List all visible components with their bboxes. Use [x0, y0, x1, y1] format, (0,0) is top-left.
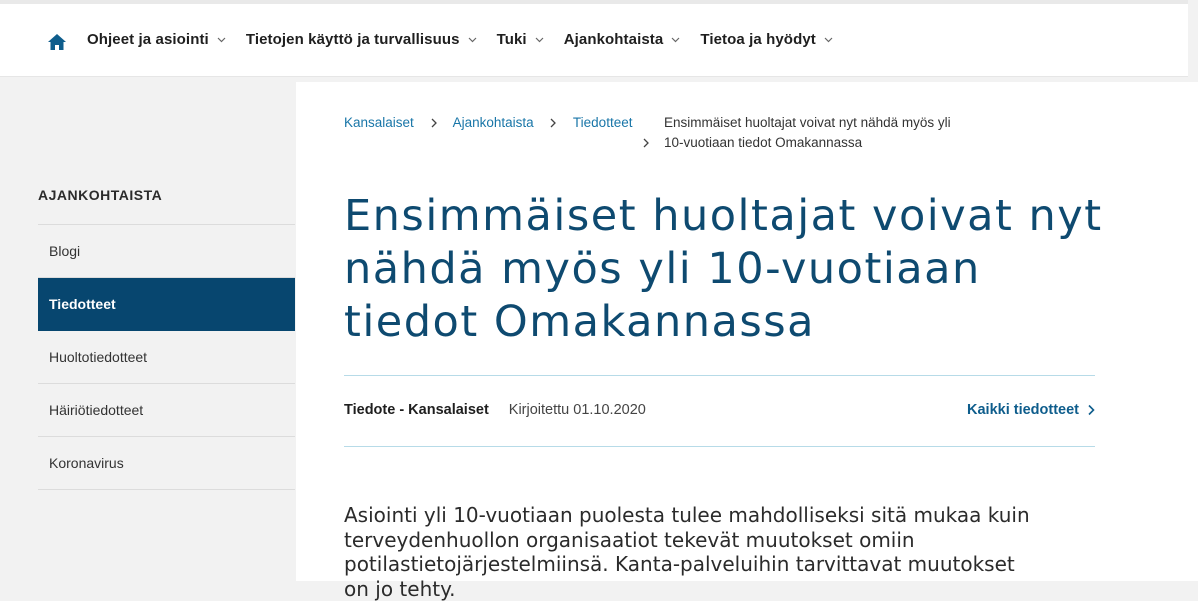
breadcrumb-current-line2: 10-vuotiaan tiedot Omakannassa: [664, 135, 863, 150]
sidebar: AJANKOHTAISTA Blogi Tiedotteet Huoltotie…: [38, 185, 295, 490]
breadcrumb: Kansalaiset Ajankohtaista Tiedotteet Ens…: [344, 113, 1004, 150]
chevron-down-icon: [824, 37, 833, 43]
article-date: Kirjoitettu 01.10.2020: [508, 402, 646, 418]
sidebar-item-huoltotiedotteet[interactable]: Huoltotiedotteet: [38, 331, 295, 384]
divider: [344, 446, 1095, 447]
nav-item-label: Ohjeet ja asiointi: [87, 31, 209, 48]
chevron-down-icon: [535, 37, 544, 43]
nav-item-tietoa-ja-hyodyt[interactable]: Tietoa ja hyödyt: [700, 31, 833, 48]
breadcrumb-current-line1: Ensimmäiset huoltajat voivat nyt nähdä m…: [664, 115, 951, 130]
top-navigation: Ohjeet ja asiointi Tietojen käyttö ja tu…: [0, 0, 1198, 80]
nav-item-label: Tuki: [496, 31, 527, 48]
breadcrumb-link-ajankohtaista[interactable]: Ajankohtaista: [453, 115, 534, 130]
all-releases-link[interactable]: Kaikki tiedotteet: [967, 402, 1095, 418]
nav-item-label: Tietojen käyttö ja turvallisuus: [245, 31, 460, 48]
sidebar-item-hairiotiedotteet[interactable]: Häiriötiedotteet: [38, 384, 295, 437]
chevron-down-icon: [217, 37, 226, 43]
divider: [344, 375, 1095, 376]
sidebar-item-tiedotteet[interactable]: Tiedotteet: [38, 278, 295, 331]
chevron-down-icon: [468, 37, 476, 43]
nav-item-label: Ajankohtaista: [563, 31, 664, 48]
sidebar-title: AJANKOHTAISTA: [38, 185, 295, 225]
home-icon[interactable]: [48, 34, 66, 50]
sidebar-item-blogi[interactable]: Blogi: [38, 225, 295, 278]
nav-item-ajankohtaista[interactable]: Ajankohtaista: [564, 31, 681, 48]
article-type: Tiedote - Kansalaiset: [344, 402, 489, 418]
all-releases-label: Kaikki tiedotteet: [967, 402, 1079, 418]
scrollbar[interactable]: [1188, 0, 1198, 80]
breadcrumb-link-kansalaiset[interactable]: Kansalaiset: [344, 115, 414, 130]
page-title: Ensimmäiset huoltajat voivat nyt nähdä m…: [344, 191, 1103, 347]
breadcrumb-link-tiedotteet[interactable]: Tiedotteet: [573, 115, 633, 130]
chevron-right-icon: [431, 118, 437, 128]
nav-item-tietojen-kaytto[interactable]: Tietojen käyttö ja turvallisuus: [246, 31, 477, 48]
main-menu: Ohjeet ja asiointi Tietojen käyttö ja tu…: [87, 31, 853, 48]
chevron-right-icon: [1088, 404, 1095, 416]
breadcrumb-current-line2-wrap: 10-vuotiaan tiedot Omakannassa: [640, 133, 862, 153]
chevron-right-icon: [643, 138, 649, 148]
chevron-right-icon: [550, 118, 557, 128]
main-content: Kansalaiset Ajankohtaista Tiedotteet Ens…: [296, 82, 1198, 601]
chevron-down-icon: [671, 37, 680, 43]
sidebar-item-koronavirus[interactable]: Koronavirus: [38, 437, 295, 490]
article-meta: Tiedote - Kansalaiset Kirjoitettu 01.10.…: [344, 402, 1095, 418]
nav-item-tuki[interactable]: Tuki: [497, 31, 544, 48]
nav-item-ohjeet-ja-asiointi[interactable]: Ohjeet ja asiointi: [87, 31, 226, 48]
article-lead: Asiointi yli 10-vuotiaan puolesta tulee …: [344, 503, 1030, 601]
nav-item-label: Tietoa ja hyödyt: [700, 31, 816, 48]
